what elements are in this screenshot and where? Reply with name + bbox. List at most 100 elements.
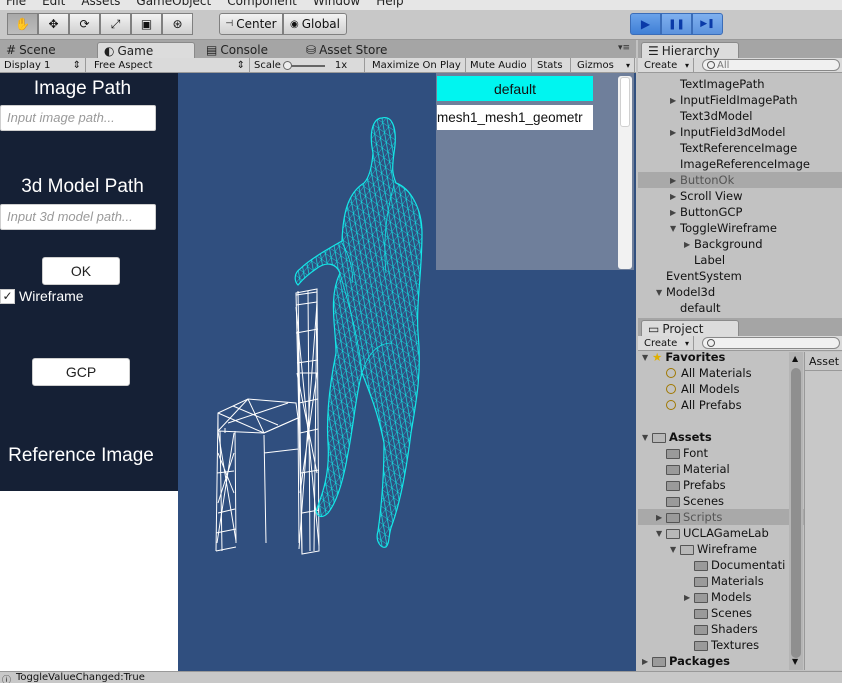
menu-item-gameobject[interactable]: GameObject — [136, 0, 211, 8]
tab-project[interactable]: ▭ Project — [641, 320, 739, 336]
project-item[interactable]: Textures — [638, 637, 804, 653]
project-item[interactable]: ▼ ★ Favorites — [638, 352, 804, 365]
list-scrollbar-thumb[interactable] — [620, 77, 630, 127]
project-item[interactable]: Scenes — [638, 605, 804, 621]
transform-tool-button[interactable]: ⊛ — [162, 13, 193, 35]
scale-slider[interactable] — [282, 60, 325, 70]
hierarchy-item[interactable]: default — [638, 300, 842, 316]
model-path-input[interactable]: Input 3d model path... — [0, 204, 156, 230]
expand-arrow-icon[interactable]: ▼ — [656, 288, 666, 297]
rect-tool-button[interactable]: ▣ — [131, 13, 162, 35]
hierarchy-item[interactable]: Label — [638, 252, 842, 268]
pause-button[interactable]: ❚❚ — [661, 13, 692, 35]
collapse-arrow-icon[interactable]: ▶ — [670, 128, 680, 137]
project-scrollbar[interactable]: ▲ ▼ — [789, 352, 803, 670]
scale-slider-thumb[interactable] — [282, 60, 292, 70]
tab-console[interactable]: ▤ Console — [200, 42, 274, 58]
hierarchy-item[interactable]: ▼ Model3d — [638, 284, 842, 300]
hierarchy-item[interactable]: EventSystem — [638, 268, 842, 284]
project-item[interactable]: Materials — [638, 573, 804, 589]
mute-audio-toggle[interactable]: Mute Audio — [466, 58, 532, 73]
project-item[interactable]: Material — [638, 461, 804, 477]
display-dropdown[interactable]: Display 1 ⇕ — [0, 58, 86, 73]
step-button[interactable]: ▶❚ — [692, 13, 723, 35]
tab-asset-store[interactable]: ⛁ Asset Store — [300, 42, 393, 58]
menu-item-help[interactable]: Help — [376, 0, 403, 8]
list-item-mesh[interactable]: mesh1_mesh1_geometr — [437, 105, 593, 130]
gcp-button[interactable]: GCP — [32, 358, 130, 386]
menu-item-component[interactable]: Component — [227, 0, 297, 8]
tab-game[interactable]: ◐ Game — [97, 42, 195, 58]
project-item[interactable]: Font — [638, 445, 804, 461]
hierarchy-item[interactable]: ▶ InputField3dModel — [638, 124, 842, 140]
collapse-arrow-icon[interactable]: ▶ — [670, 96, 680, 105]
panel-menu-icon[interactable]: ▾≡ — [618, 43, 630, 53]
collapse-arrow-icon[interactable]: ▶ — [684, 593, 694, 602]
scroll-down-icon[interactable]: ▼ — [792, 657, 798, 666]
hierarchy-item[interactable]: TextImagePath — [638, 76, 842, 92]
expand-arrow-icon[interactable]: ▼ — [656, 529, 666, 538]
hierarchy-item[interactable]: ▶ ButtonOk — [638, 172, 842, 188]
expand-arrow-icon[interactable]: ▼ — [670, 224, 680, 233]
tab-hierarchy[interactable]: ☰ Hierarchy — [641, 42, 739, 58]
project-item[interactable]: ▼ Assets — [638, 429, 804, 445]
project-search-input[interactable] — [702, 337, 840, 349]
hierarchy-item[interactable]: ▶ InputFieldImagePath — [638, 92, 842, 108]
project-item[interactable]: Documentati — [638, 557, 804, 573]
hierarchy-item[interactable]: ▼ ToggleWireframe — [638, 220, 842, 236]
project-item[interactable]: Scenes — [638, 493, 804, 509]
space-global-button[interactable]: ◉ Global — [283, 13, 347, 35]
collapse-arrow-icon[interactable]: ▶ — [670, 192, 680, 201]
ok-button[interactable]: OK — [42, 257, 120, 285]
project-item[interactable]: ▼ Wireframe — [638, 541, 804, 557]
hierarchy-item[interactable]: Text3dModel — [638, 108, 842, 124]
collapse-arrow-icon[interactable]: ▶ — [656, 513, 666, 522]
rotate-tool-button[interactable]: ⟳ — [69, 13, 100, 35]
project-item[interactable]: ▶ Scripts — [638, 509, 804, 525]
game-view[interactable]: Image Path Input image path... 3d Model … — [0, 73, 636, 671]
play-button[interactable]: ▶ — [630, 13, 661, 35]
hierarchy-create-dropdown[interactable]: Create ▾ — [640, 58, 694, 73]
collapse-arrow-icon[interactable]: ▶ — [670, 208, 680, 217]
collapse-arrow-icon[interactable]: ▶ — [684, 240, 694, 249]
move-tool-button[interactable]: ✥ — [38, 13, 69, 35]
hierarchy-item[interactable]: ▶ Background — [638, 236, 842, 252]
pivot-center-button[interactable]: ⊣ Center — [219, 13, 283, 35]
expand-arrow-icon[interactable]: ▼ — [670, 545, 680, 554]
maximize-on-play-toggle[interactable]: Maximize On Play — [368, 58, 466, 73]
project-item[interactable]: Shaders — [638, 621, 804, 637]
menu-item-file[interactable]: File — [6, 0, 26, 8]
expand-arrow-icon[interactable]: ▼ — [642, 433, 652, 442]
stats-toggle[interactable]: Stats — [533, 58, 571, 73]
menu-item-edit[interactable]: Edit — [42, 0, 65, 8]
menu-item-window[interactable]: Window — [313, 0, 360, 8]
project-scrollbar-thumb[interactable] — [791, 368, 801, 658]
project-item[interactable]: All Prefabs — [638, 397, 804, 413]
list-item-default[interactable]: default — [437, 76, 593, 101]
model-list-scroll-view[interactable]: default mesh1_mesh1_geometr — [436, 73, 634, 270]
project-item[interactable]: Prefabs — [638, 477, 804, 493]
hierarchy-item[interactable]: TextReferenceImage — [638, 140, 842, 156]
scroll-up-icon[interactable]: ▲ — [792, 354, 798, 363]
hierarchy-search-input[interactable]: All — [702, 59, 840, 71]
collapse-arrow-icon[interactable]: ▶ — [670, 176, 680, 185]
wireframe-toggle[interactable]: ✓ Wireframe — [0, 288, 84, 304]
aspect-dropdown[interactable]: Free Aspect ⇕ — [90, 58, 250, 73]
hierarchy-item[interactable]: ▶ ButtonGCP — [638, 204, 842, 220]
hierarchy-item[interactable]: ImageReferenceImage — [638, 156, 842, 172]
project-item[interactable]: ▶ Models — [638, 589, 804, 605]
checkbox[interactable]: ✓ — [0, 288, 15, 304]
list-scrollbar[interactable] — [618, 76, 632, 269]
scale-tool-button[interactable]: ⤢ — [100, 13, 131, 35]
hierarchy-item[interactable]: ▶ Scroll View — [638, 188, 842, 204]
project-item[interactable]: ▼ UCLAGameLab — [638, 525, 804, 541]
project-item[interactable]: All Materials — [638, 365, 804, 381]
image-path-input[interactable]: Input image path... — [0, 105, 156, 131]
project-item[interactable]: ▶ Packages — [638, 653, 804, 669]
collapse-arrow-icon[interactable]: ▶ — [642, 657, 652, 666]
gizmos-dropdown[interactable]: Gizmos ▾ — [573, 58, 635, 73]
menu-item-assets[interactable]: Assets — [81, 0, 120, 8]
hand-tool-button[interactable]: ✋ — [7, 13, 38, 35]
project-item[interactable]: All Models — [638, 381, 804, 397]
expand-arrow-icon[interactable]: ▼ — [642, 353, 652, 362]
